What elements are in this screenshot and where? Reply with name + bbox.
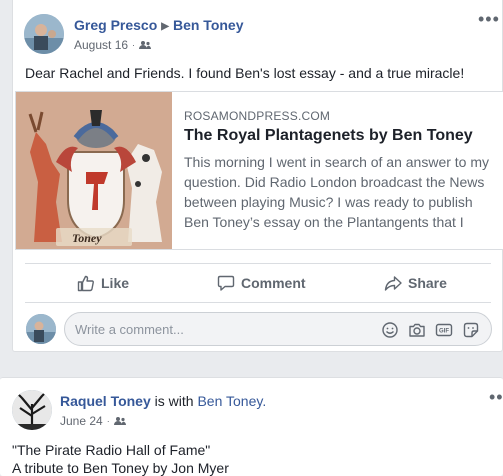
share-arrow-icon — [384, 276, 402, 291]
divider — [25, 302, 491, 303]
divider — [25, 263, 491, 264]
more-options-icon[interactable]: •• — [489, 388, 503, 406]
sticker-icon[interactable] — [462, 321, 480, 339]
comment-label: Comment — [241, 275, 306, 291]
coat-of-arms-icon — [16, 92, 172, 249]
friends-icon[interactable] — [113, 416, 126, 426]
emoji-icon[interactable] — [381, 321, 399, 339]
post-text-line-2: A tribute to Ben Toney by Jon Myer — [12, 460, 229, 476]
like-button[interactable]: Like — [77, 269, 129, 297]
avatar-photo-icon — [12, 390, 52, 430]
caret-right-icon: ▶ — [161, 21, 169, 32]
post-meta: August 16 · — [74, 38, 152, 52]
with-text: is with — [154, 393, 194, 409]
post-header-names: Raquel Toney is with Ben Toney. — [60, 393, 266, 409]
share-button[interactable]: Share — [384, 269, 447, 297]
author-name-link[interactable]: Greg Presco — [74, 17, 157, 33]
target-name-link[interactable]: Ben Toney — [173, 17, 244, 33]
avatar-photo-icon — [24, 14, 64, 54]
commenter-avatar[interactable] — [26, 314, 56, 344]
friends-icon[interactable] — [139, 40, 152, 50]
link-preview-card[interactable]: Toney ROSAMONDPRESS.COM The Royal Planta… — [15, 91, 503, 250]
post-date-link[interactable]: June 24 — [60, 414, 103, 428]
like-label: Like — [101, 275, 130, 291]
avatar-photo-icon — [26, 314, 56, 344]
share-label: Share — [408, 275, 447, 291]
thumbnail-caption: Toney — [72, 231, 102, 245]
camera-icon[interactable] — [408, 321, 426, 339]
comment-button[interactable]: Comment — [217, 269, 306, 297]
tagged-name-link[interactable]: Ben Toney. — [197, 393, 266, 409]
post-card-raquel: Raquel Toney is with Ben Toney. June 24 … — [0, 377, 503, 476]
link-title[interactable]: The Royal Plantagenets by Ben Toney — [184, 127, 473, 145]
gif-icon[interactable]: GIF — [435, 321, 453, 339]
link-domain: ROSAMONDPRESS.COM — [184, 109, 331, 123]
svg-text:GIF: GIF — [439, 329, 449, 335]
thumbs-up-icon — [77, 275, 94, 292]
link-thumbnail[interactable]: Toney — [16, 92, 172, 249]
more-options-icon[interactable]: ••• — [478, 10, 500, 28]
author-avatar[interactable] — [12, 390, 52, 430]
link-description: This morning I went in search of an answ… — [184, 154, 490, 230]
post-header-names: Greg Presco ▶ Ben Toney — [74, 17, 244, 33]
comment-placeholder: Write a comment... — [75, 322, 184, 337]
author-avatar[interactable] — [24, 14, 64, 54]
post-meta: June 24 · — [60, 414, 126, 428]
comment-input[interactable]: Write a comment... GIF — [64, 312, 492, 346]
author-name-link[interactable]: Raquel Toney — [60, 393, 151, 409]
post-date-link[interactable]: August 16 — [74, 38, 128, 52]
comment-bubble-icon — [217, 275, 235, 291]
post-card-greg: Greg Presco ▶ Ben Toney August 16 · ••• De… — [12, 0, 503, 352]
post-text: Dear Rachel and Friends. I found Ben's l… — [25, 65, 465, 81]
post-text-line-1: "The Pirate Radio Hall of Fame" — [12, 442, 211, 458]
